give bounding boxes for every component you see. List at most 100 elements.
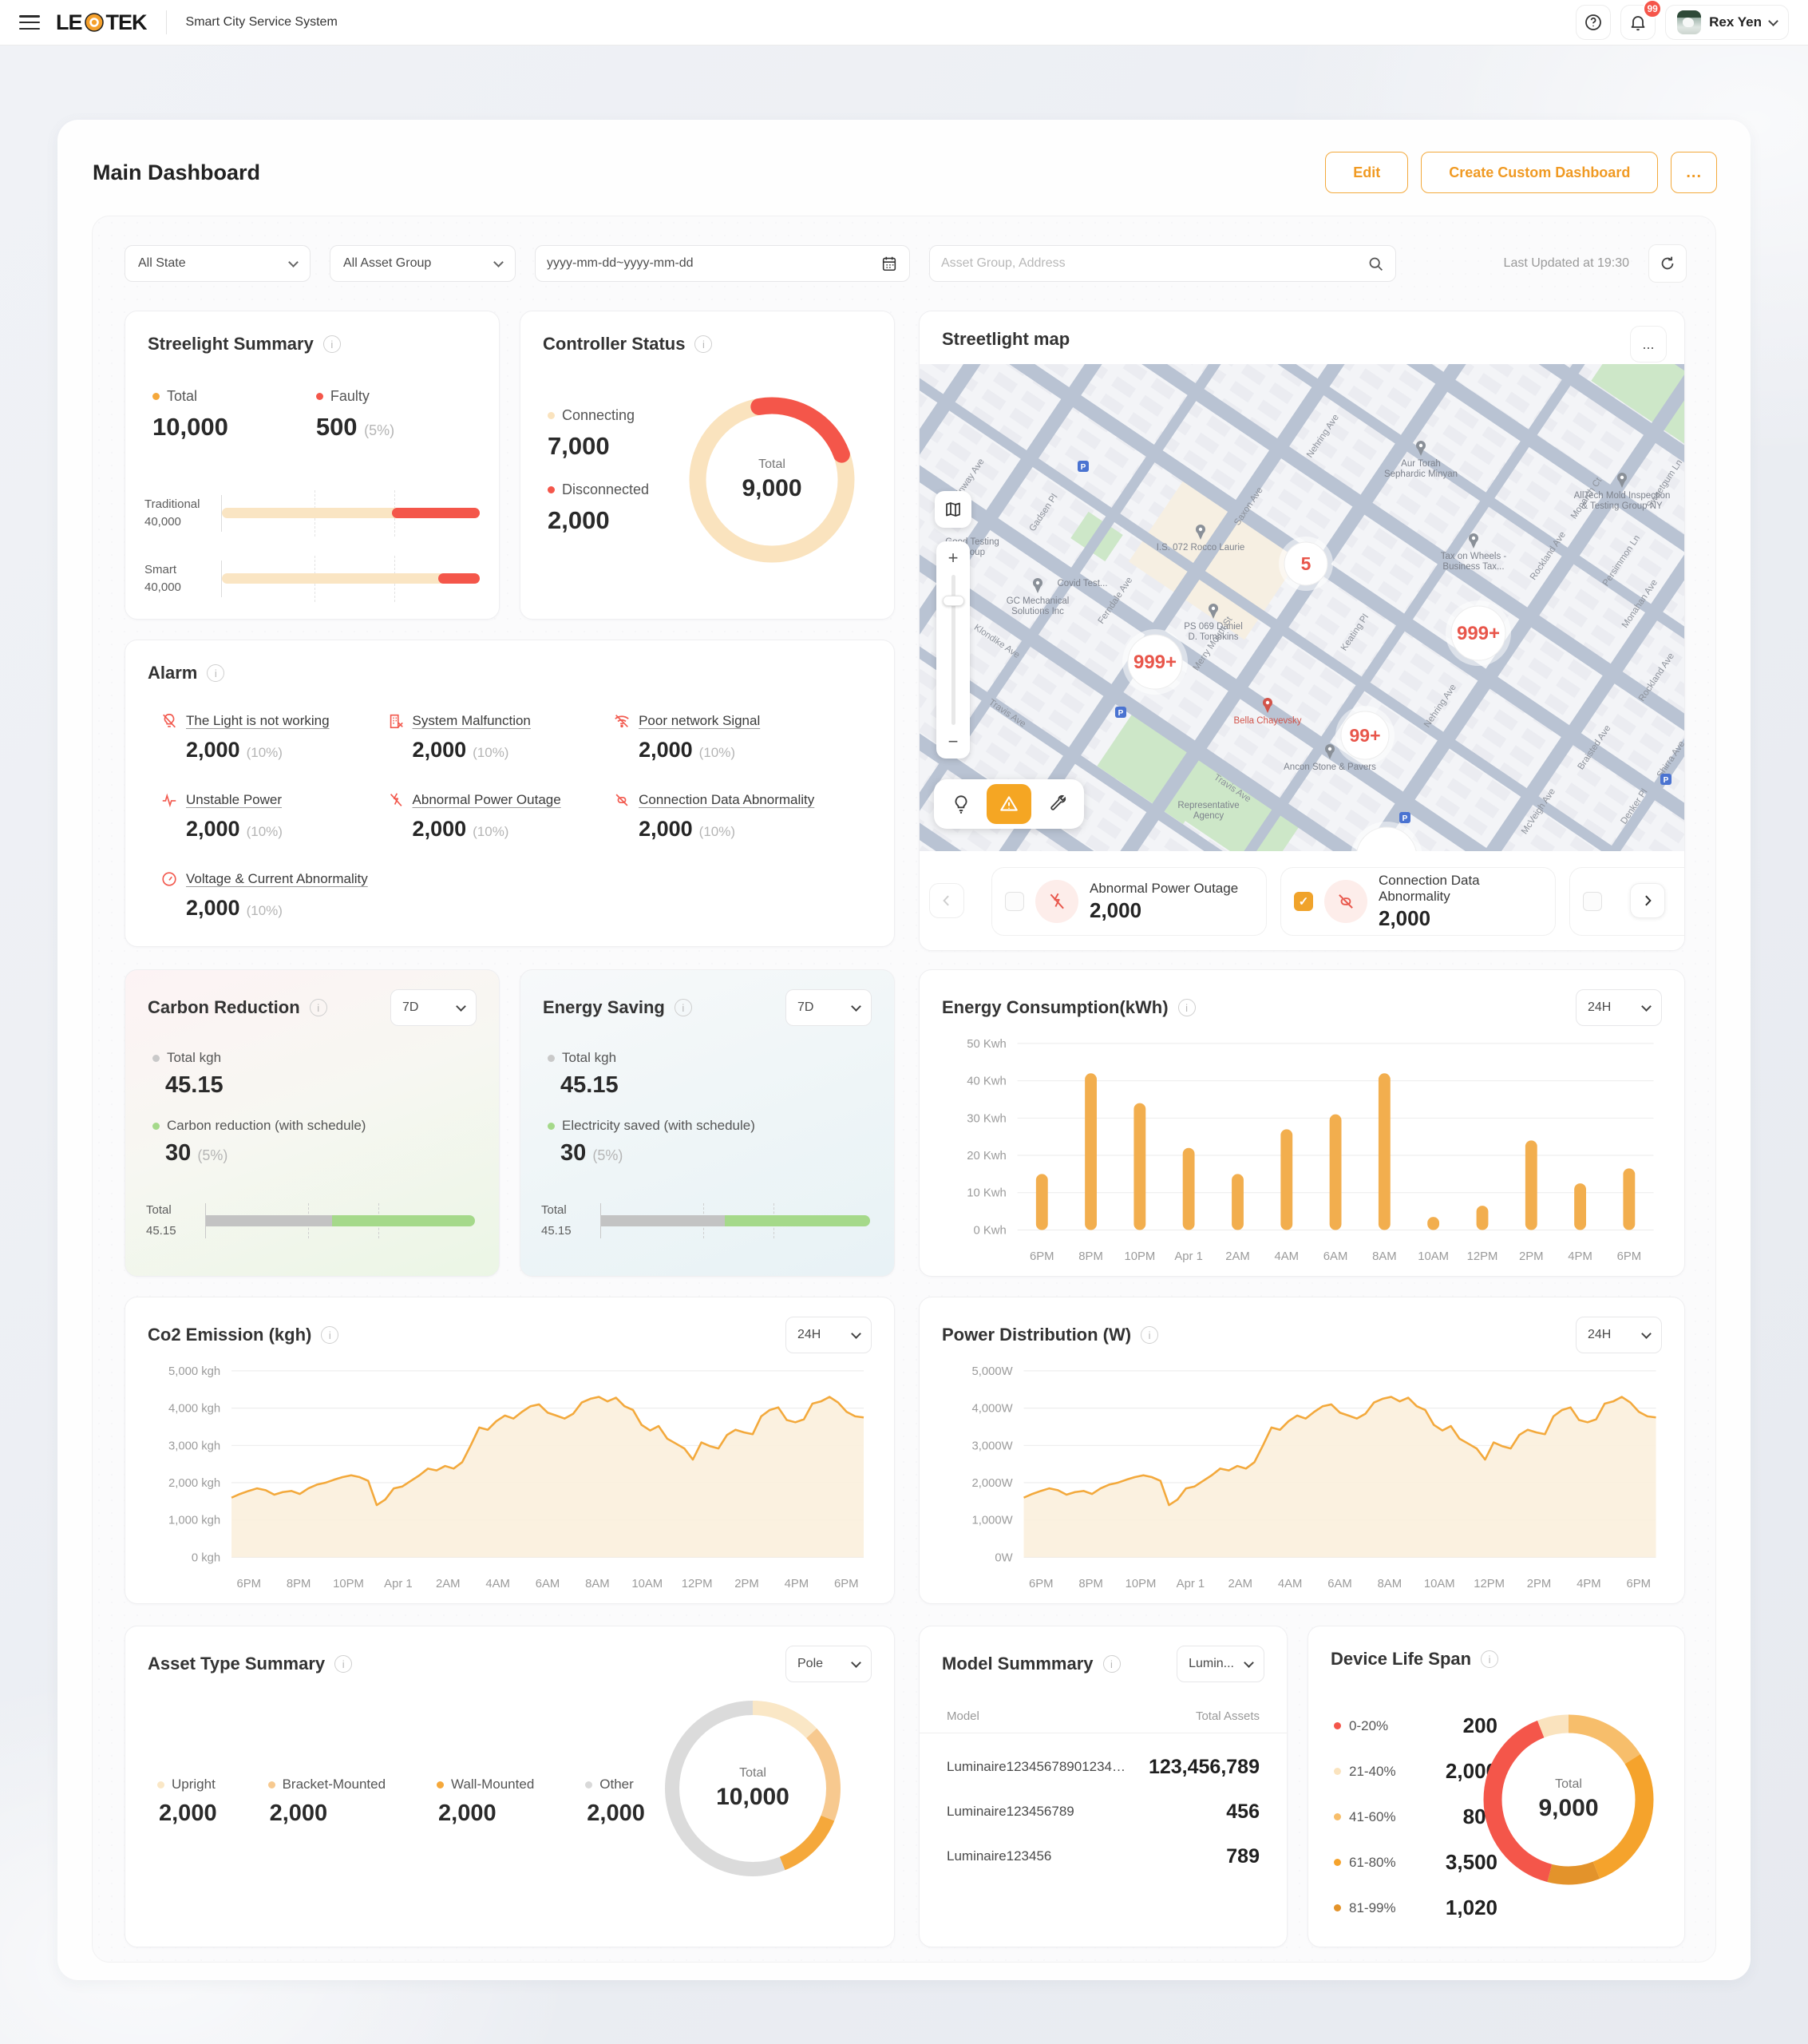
svg-text:10AM: 10AM [1424,1578,1455,1590]
range-value: Lumin... [1189,1657,1234,1671]
refresh-icon [1659,255,1676,272]
svg-text:6AM: 6AM [536,1578,560,1590]
carousel-prev-button[interactable] [929,883,964,918]
streetlight-bar-row: Smart40,000 [144,561,480,597]
alarm-link[interactable]: Voltage & Current Abnormality [186,871,368,887]
svg-text:2AM: 2AM [1228,1578,1253,1590]
range-select[interactable]: 24H [1576,1317,1662,1353]
bar-label: Smart40,000 [144,561,221,597]
info-icon[interactable]: i [1481,1650,1498,1668]
refresh-button[interactable] [1648,244,1687,283]
info-icon[interactable]: i [310,999,327,1016]
svg-text:50 Kwh: 50 Kwh [967,1038,1007,1051]
alarm-item: The Light is not working2,000 (10%) [160,712,387,763]
main-panel: Main Dashboard Edit Create Custom Dashbo… [57,120,1751,1980]
alarm-link[interactable]: The Light is not working [186,713,330,729]
range-select[interactable]: 7D [785,989,872,1026]
notifications-button[interactable]: 99 [1620,5,1656,40]
product-name: Smart City Service System [186,15,338,30]
model-table-rows: Luminaire1234567890123456...123,456,789L… [920,1738,1287,1879]
checkbox[interactable] [1005,892,1024,911]
progress-bar [205,1203,475,1238]
alarm-link[interactable]: Connection Data Abnormality [639,792,814,808]
table-row[interactable]: Luminaire123456789 [947,1834,1260,1879]
info-icon[interactable]: i [321,1326,338,1344]
range-value: 7D [797,1000,813,1015]
toggle-alarm[interactable] [987,784,1031,824]
svg-text:8AM: 8AM [585,1578,610,1590]
date-range-input[interactable] [547,256,872,271]
cluster-marker[interactable]: 5 [1279,537,1333,591]
info-icon[interactable]: i [694,335,712,353]
toggle-streetlight[interactable] [939,784,983,824]
create-custom-dashboard-button[interactable]: Create Custom Dashboard [1421,152,1658,193]
svg-text:0 Kwh: 0 Kwh [973,1224,1006,1237]
info-icon[interactable]: i [1141,1326,1158,1344]
svg-text:20 Kwh: 20 Kwh [967,1150,1007,1163]
info-icon[interactable]: i [323,335,341,353]
zoom-slider-handle[interactable] [943,596,964,606]
info-icon[interactable]: i [675,999,692,1016]
cluster-marker[interactable]: 999+ [1122,629,1188,695]
poi-label: Covid Test... [1057,579,1107,588]
range-select[interactable]: Lumin... [1177,1646,1264,1682]
warning-triangle-icon [999,794,1019,814]
more-button[interactable]: ... [1671,152,1717,193]
streetlight-bar-row: Traditional40,000 [144,495,480,532]
svg-text:4,000 kgh: 4,000 kgh [168,1403,220,1416]
kpi-label: Carbon reduction (with schedule) [167,1118,366,1134]
range-select[interactable]: Pole [785,1646,872,1682]
carousel-next-button[interactable] [1630,883,1665,918]
street-map[interactable]: Steinway AveGadsen PlFerndale AveSaxon A… [920,364,1685,851]
help-button[interactable] [1576,5,1611,40]
legend-dot [157,1781,164,1788]
table-row[interactable]: Luminaire1234567890123456...123,456,789 [947,1745,1260,1789]
user-menu[interactable]: Rex Yen [1665,5,1789,40]
app-header: LE TEK Smart City Service System 99 Rex … [0,0,1808,46]
legend-label: Wall-Mounted [451,1777,534,1792]
cluster-marker[interactable]: 999+ [1446,600,1511,666]
cluster-marker[interactable]: 99+ [1335,706,1395,765]
edit-button[interactable]: Edit [1325,152,1408,193]
range-value: 24H [1588,1000,1611,1015]
alarm-link[interactable]: Abnormal Power Outage [413,792,561,808]
kpi-label: Total kgh [167,1050,221,1066]
model-name: Luminaire1234567890123456... [947,1759,1126,1775]
alarm-link[interactable]: System Malfunction [413,713,531,729]
range-select[interactable]: 24H [785,1317,872,1353]
search-input[interactable] [941,256,1359,271]
map-layers-button[interactable] [935,491,971,528]
calendar-icon[interactable] [880,255,898,272]
alarm-value: 2,000 (10%) [639,738,862,763]
avatar [1677,10,1701,34]
legend-item: Connecting7,000 [548,407,649,461]
donut-total-value: 9,000 [1538,1795,1598,1822]
zoom-out-button[interactable]: − [948,733,959,751]
power-distribution-card: Power Distribution (W) i 24H 0W1,000W2,0… [919,1297,1685,1604]
card-title: Alarm [148,663,197,683]
toggle-maintenance[interactable] [1035,784,1079,824]
menu-icon[interactable] [19,15,40,30]
info-icon[interactable]: i [334,1655,352,1673]
checkbox[interactable]: ✓ [1294,892,1313,911]
state-select[interactable]: All State [125,245,311,282]
range-select[interactable]: 24H [1576,989,1662,1026]
alarm-item: System Malfunction2,000 (10%) [387,712,614,763]
legend-dot [1334,1904,1341,1911]
info-icon[interactable]: i [1103,1655,1121,1673]
range-select[interactable]: 7D [390,989,477,1026]
info-icon[interactable]: i [1178,999,1196,1016]
zoom-slider[interactable] [951,575,955,725]
search-icon[interactable] [1367,256,1384,272]
alarm-link[interactable]: Unstable Power [186,792,282,808]
info-icon[interactable]: i [207,664,224,682]
svg-text:2PM: 2PM [1519,1250,1544,1263]
alarm-link[interactable]: Poor network Signal [639,713,760,729]
donut-total-label: Total [758,458,785,472]
asset-group-select[interactable]: All Asset Group [330,245,516,282]
checkbox[interactable] [1583,892,1602,911]
zoom-in-button[interactable]: + [948,549,959,567]
table-row[interactable]: Luminaire123456789456 [947,1789,1260,1834]
map-more-button[interactable]: ... [1630,326,1667,362]
pulse-icon [160,791,178,809]
